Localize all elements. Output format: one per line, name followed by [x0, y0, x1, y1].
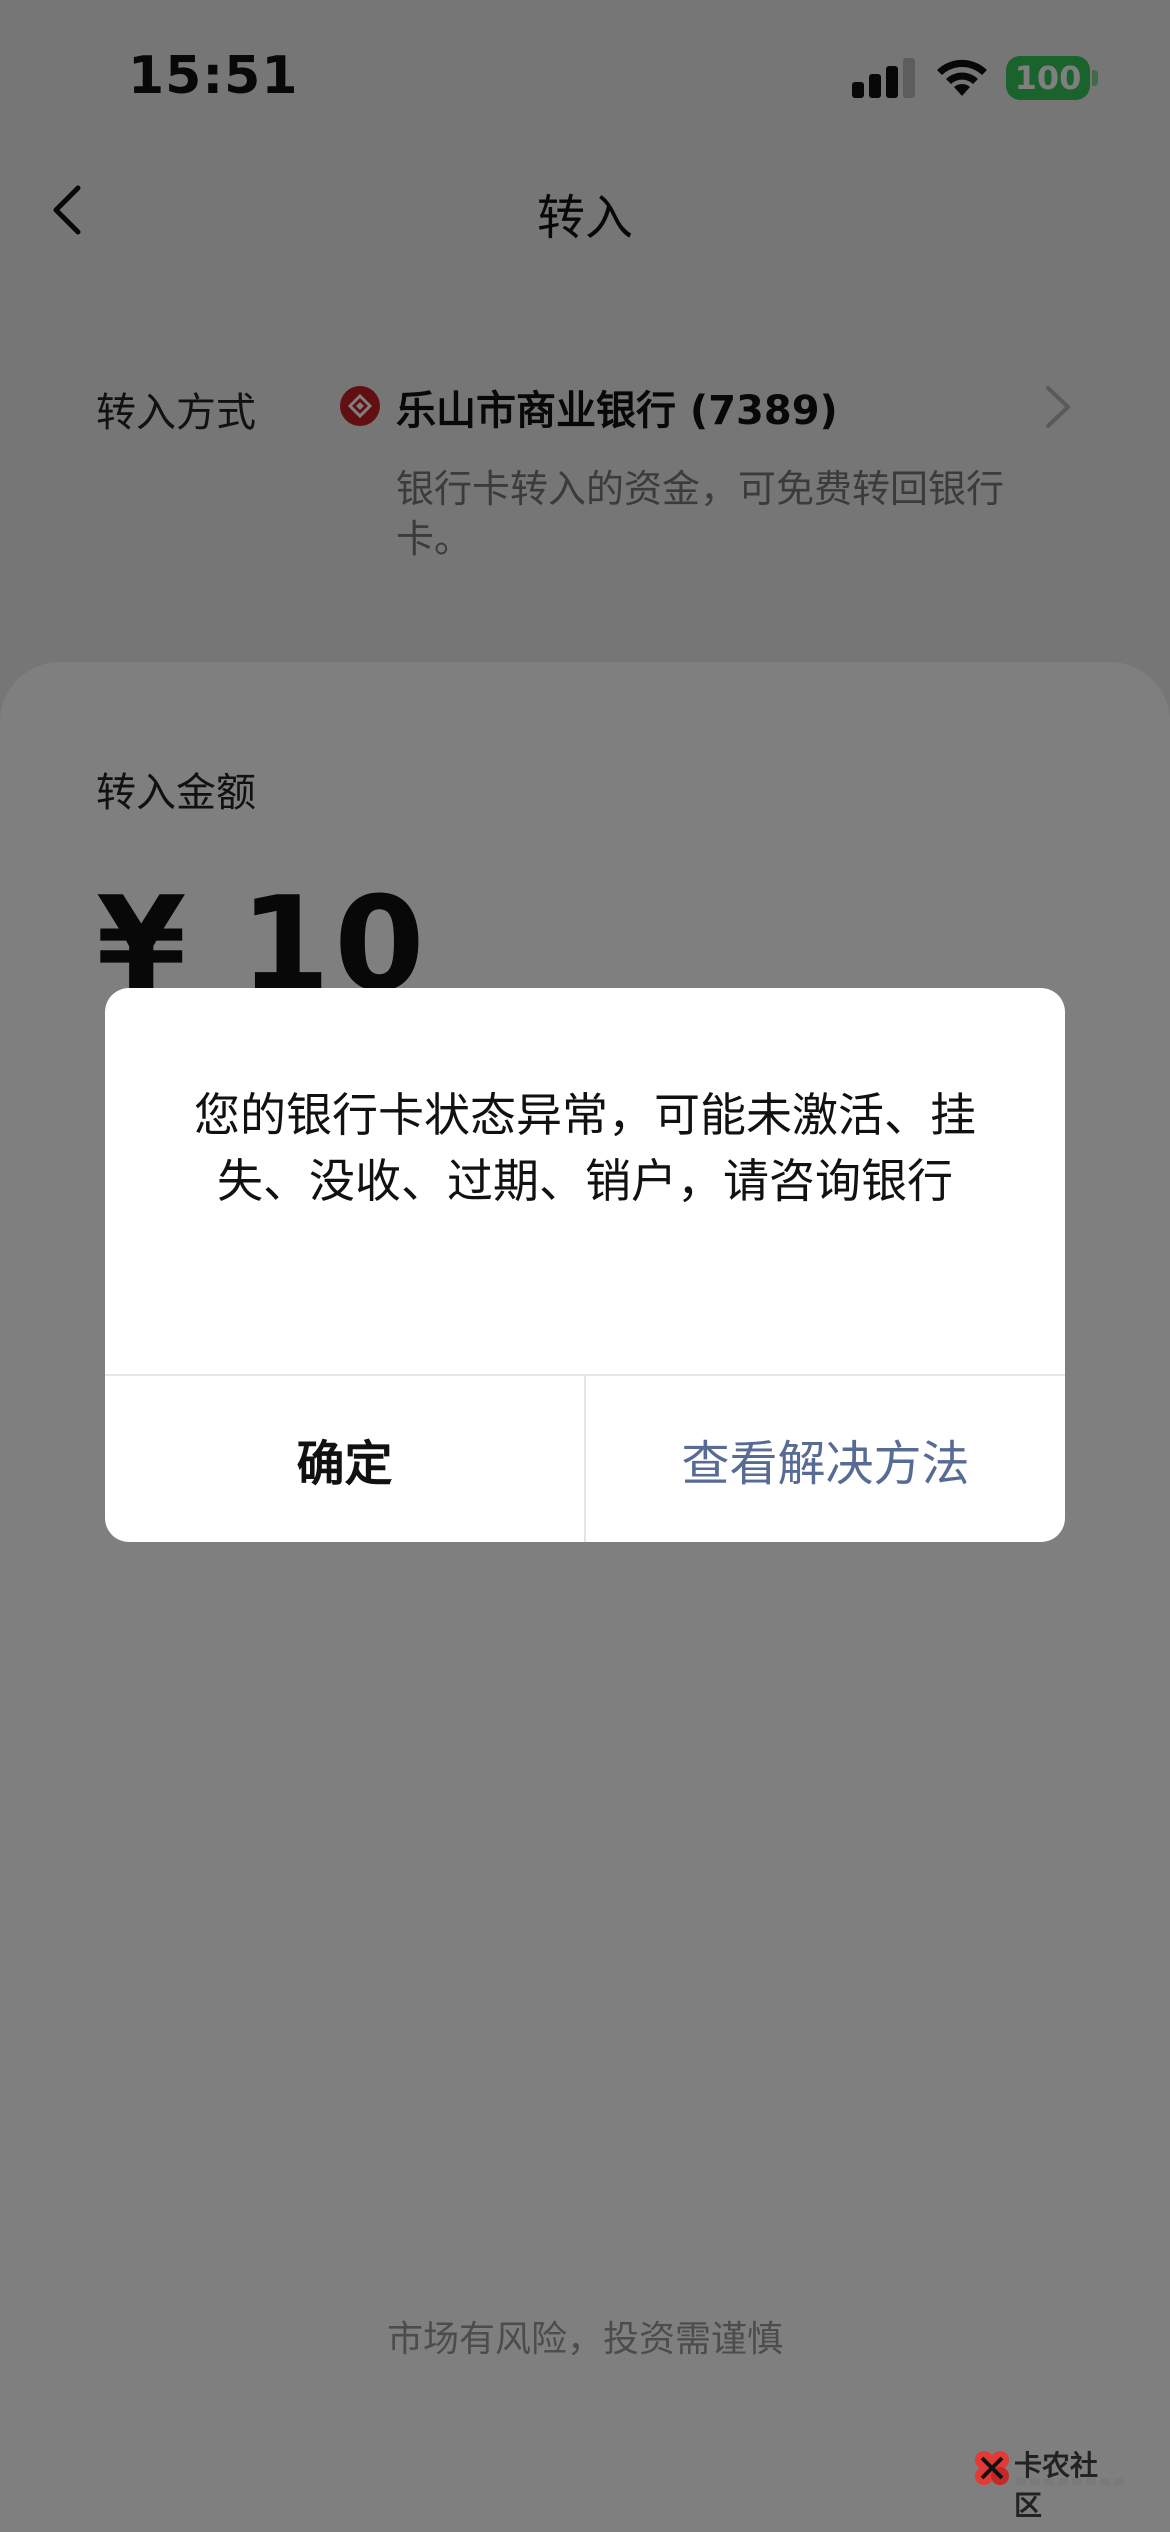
- watermark: 卡农社区: [972, 2444, 1126, 2522]
- watermark-subline: [1016, 2478, 1126, 2486]
- watermark-logo-icon: [975, 2451, 1009, 2485]
- dialog-message: 您的银行卡状态异常，可能未激活、挂失、没收、过期、销户，请咨询银行: [194, 1088, 976, 1208]
- error-dialog: 您的银行卡状态异常，可能未激活、挂失、没收、过期、销户，请咨询银行 确定 查看解…: [105, 988, 1065, 1542]
- confirm-button[interactable]: 确定: [105, 1376, 584, 1542]
- view-solution-button[interactable]: 查看解决方法: [586, 1376, 1065, 1542]
